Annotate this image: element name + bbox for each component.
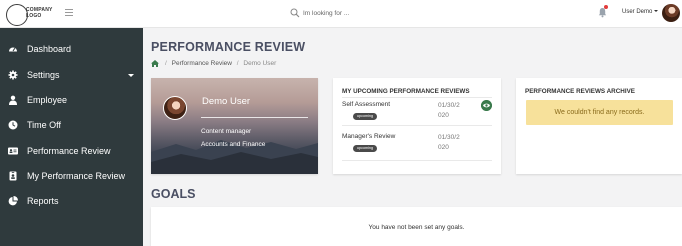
user-avatar[interactable] xyxy=(662,4,680,22)
chevron-down-icon xyxy=(654,10,659,13)
review-date-line2: 020 xyxy=(438,112,449,119)
employee-icon xyxy=(9,95,17,105)
user-menu[interactable]: User Demo xyxy=(622,9,659,15)
menu-toggle-icon[interactable] xyxy=(65,9,73,16)
sidebar-item-label: Reports xyxy=(27,196,59,206)
divider xyxy=(342,97,492,98)
sidebar-item-reports[interactable]: Reports xyxy=(0,190,143,212)
gear-icon xyxy=(8,70,18,80)
sidebar-item-label: Settings xyxy=(27,70,60,80)
review-date-line1: 01/30/2 xyxy=(438,134,460,141)
profile-avatar xyxy=(163,96,187,120)
sidebar-item-label: My Performance Review xyxy=(27,171,126,181)
profile-divider xyxy=(201,117,308,118)
search-icon xyxy=(290,8,300,18)
goals-title: GOALS xyxy=(151,187,196,201)
breadcrumb: / Performance Review / Demo User xyxy=(162,60,276,67)
clock-icon xyxy=(8,120,18,130)
sidebar-item-dashboard[interactable]: Dashboard xyxy=(0,38,143,60)
review-date: 01/30/2 020 xyxy=(438,101,468,121)
sidebar-item-time-off[interactable]: Time Off xyxy=(0,114,143,136)
breadcrumb-item-performance-review[interactable]: Performance Review xyxy=(172,60,232,67)
mountain-background xyxy=(151,140,318,174)
sidebar-item-employee[interactable]: Employee xyxy=(0,89,143,111)
sidebar-item-label: Employee xyxy=(27,95,68,105)
page-title: PERFORMANCE REVIEW xyxy=(151,40,306,54)
status-badge: upcoming xyxy=(353,113,377,120)
breadcrumb-item-current: Demo User xyxy=(243,60,277,67)
profile-role: Content manager xyxy=(201,128,252,135)
review-name: Manager's Review xyxy=(342,133,396,140)
id-card-icon xyxy=(8,147,18,155)
profile-card: Demo User Content manager Accounts and F… xyxy=(151,78,318,174)
top-bar: COMPANY LOGO User Demo xyxy=(0,0,682,28)
breadcrumb-separator: / xyxy=(236,60,239,67)
notification-dot xyxy=(604,5,608,9)
user-name: User Demo xyxy=(622,9,653,15)
sidebar-item-label: Performance Review xyxy=(27,146,111,156)
review-date-line2: 020 xyxy=(438,144,449,151)
sidebar-item-my-performance-review[interactable]: My Performance Review xyxy=(0,165,143,187)
archive-title: PERFORMANCE REVIEWS ARCHIVE xyxy=(525,88,635,95)
review-name: Self Assessment xyxy=(342,101,391,108)
breadcrumb-separator: / xyxy=(165,60,167,67)
goals-card: You have not been set any goals. xyxy=(151,207,682,246)
upcoming-reviews-card: MY UPCOMING PERFORMANCE REVIEWS Self Ass… xyxy=(333,78,501,174)
archive-empty-message: We couldn't find any records. xyxy=(526,100,673,125)
divider xyxy=(342,125,492,126)
id-badge-icon xyxy=(9,171,17,181)
sidebar-item-label: Dashboard xyxy=(27,44,72,54)
home-icon[interactable] xyxy=(151,60,159,67)
sidebar-item-label: Time Off xyxy=(27,120,62,130)
chevron-down-icon xyxy=(128,74,134,77)
review-row-managers-review[interactable]: Manager's Review upcoming 01/30/2 020 xyxy=(342,133,492,163)
search-input[interactable] xyxy=(303,6,453,20)
sidebar-item-performance-review[interactable]: Performance Review xyxy=(0,140,143,162)
profile-department: Accounts and Finance xyxy=(201,141,266,148)
reviews-archive-card: PERFORMANCE REVIEWS ARCHIVE We couldn't … xyxy=(516,78,682,174)
sidebar-item-settings[interactable]: Settings xyxy=(0,64,143,86)
company-logo-text: COMPANY LOGO xyxy=(26,7,53,19)
review-row-self-assessment[interactable]: Self Assessment upcoming 01/30/2 020 xyxy=(342,101,492,131)
pie-chart-icon xyxy=(8,196,18,206)
divider xyxy=(342,160,492,161)
goals-empty-message: You have not been set any goals. xyxy=(368,224,465,231)
company-logo-icon[interactable] xyxy=(6,4,28,26)
profile-name: Demo User xyxy=(202,96,251,107)
status-badge: upcoming xyxy=(353,145,377,152)
logo-text-line2: LOGO xyxy=(26,13,42,19)
upcoming-reviews-title: MY UPCOMING PERFORMANCE REVIEWS xyxy=(342,88,470,95)
review-date: 01/30/2 020 xyxy=(438,133,468,153)
review-date-line1: 01/30/2 xyxy=(438,102,460,109)
sidebar: Dashboard Settings Employee Time Off Per… xyxy=(0,28,143,246)
view-eye-icon[interactable] xyxy=(481,100,492,111)
dashboard-icon xyxy=(9,47,17,52)
